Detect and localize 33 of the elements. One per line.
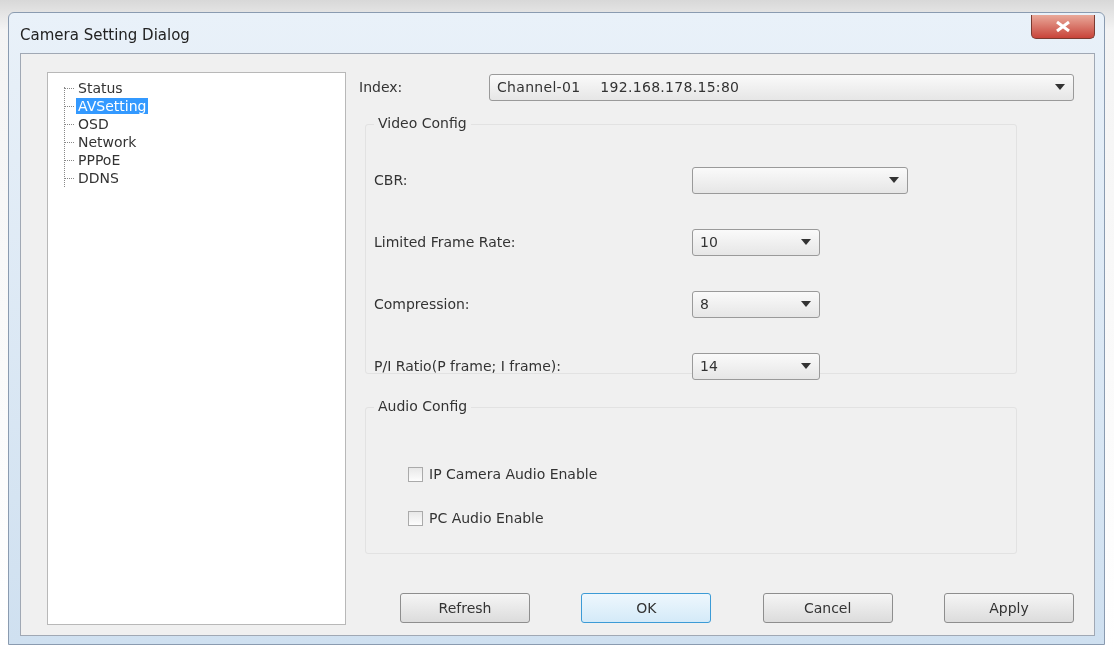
dropdown[interactable]: 10: [692, 228, 820, 256]
dropdown[interactable]: [692, 166, 908, 194]
tree-item[interactable]: Status: [76, 80, 125, 96]
index-dropdown[interactable]: Channel-01 192.168.178.15:80: [489, 73, 1074, 101]
dialog-button[interactable]: OK: [581, 593, 712, 623]
dialog-button[interactable]: Refresh: [400, 593, 530, 623]
caret-icon: [1055, 84, 1065, 90]
window-title: Camera Setting Dialog: [20, 25, 190, 44]
checkbox[interactable]: [408, 466, 423, 482]
caret-icon: [801, 301, 811, 307]
close-icon: [1056, 21, 1070, 32]
tree-item[interactable]: Network: [76, 134, 139, 150]
checkbox-label: IP Camera Audio Enable: [429, 466, 598, 482]
field-label: P/I Ratio(P frame; I frame):: [374, 358, 562, 374]
field-label: Limited Frame Rate:: [374, 234, 517, 250]
caret-icon: [801, 363, 811, 369]
dropdown[interactable]: 14: [692, 352, 820, 380]
dialog-button[interactable]: Apply: [944, 593, 1074, 623]
group-title: Video Config: [374, 115, 471, 131]
checkbox-label: PC Audio Enable: [429, 510, 544, 526]
close-button[interactable]: [1031, 15, 1095, 39]
caret-icon: [801, 239, 811, 245]
field-label: Compression:: [374, 296, 471, 312]
tree-item[interactable]: DDNS: [76, 170, 121, 186]
checkbox[interactable]: [408, 510, 423, 526]
dialog-button[interactable]: Cancel: [762, 593, 893, 623]
dropdown[interactable]: 8: [692, 290, 820, 318]
index-label: Index:: [359, 79, 404, 95]
caret-icon: [889, 177, 899, 183]
tree-item[interactable]: PPPoE: [76, 152, 123, 168]
group-title: Audio Config: [374, 398, 472, 414]
field-label: CBR:: [374, 172, 409, 188]
tree-item[interactable]: OSD: [76, 116, 111, 132]
